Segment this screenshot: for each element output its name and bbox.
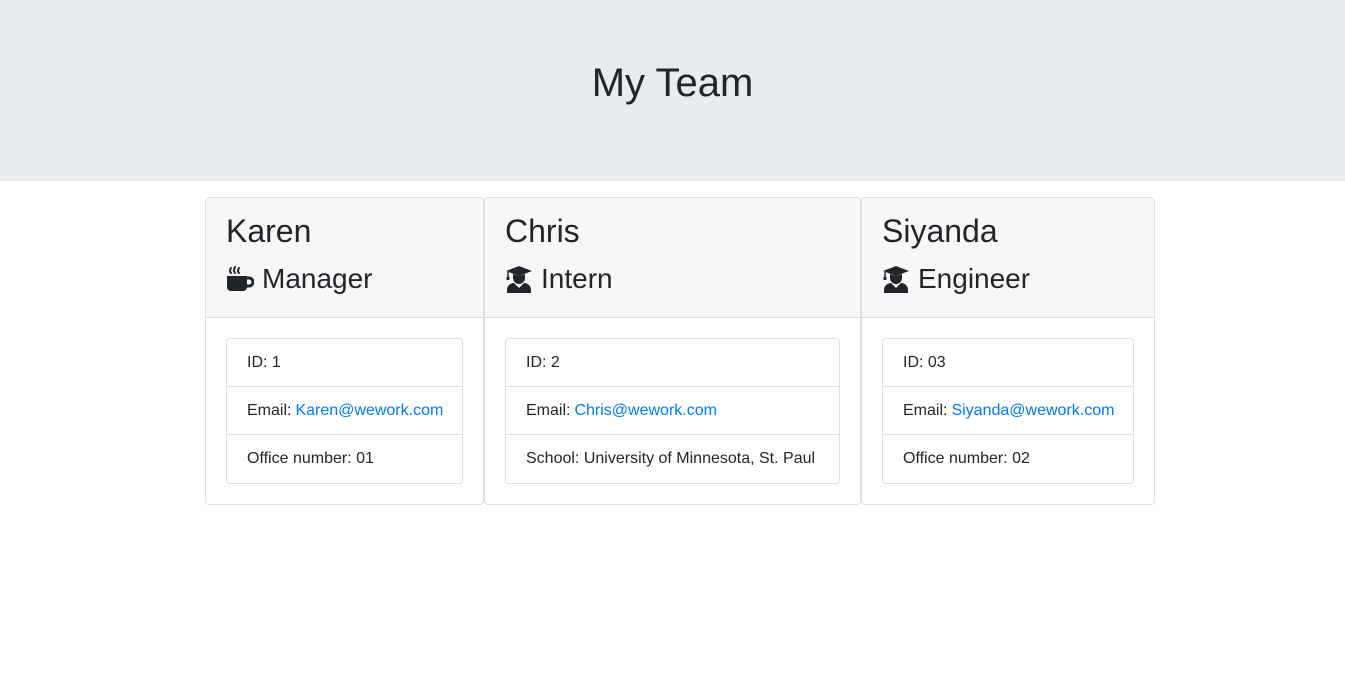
employee-name: Karen [226,213,312,249]
school-value: University of Minnesota, St. Paul [583,450,816,467]
id-item: ID: 1 [227,339,462,387]
info-list: ID: 1 Email: Karen@wework.com Office numb… [226,338,463,484]
office-number-label: Office number: [903,450,1008,467]
email-item: Email: Chris@wework.com [506,387,839,435]
id-label: ID: [903,353,924,371]
school-item: School: University of Minnesota, St. Pau… [506,435,839,483]
coffee-mug-icon [226,265,254,293]
email-item: Email: Siyanda@wework.com [883,387,1133,435]
card-body: ID: 2 Email: Chris@wework.com School: Uni… [485,318,860,504]
email-link[interactable]: Karen@wework.com [295,402,443,420]
employee-role-label: Intern [541,263,613,294]
card-header: Siyanda Engineer [862,198,1154,318]
page-title: My Team [591,61,754,105]
id-value: 2 [550,353,560,371]
info-list: ID: 03 Email: Siyanda@wework.com Office n… [882,338,1134,484]
card-body: ID: 1 Email: Karen@wework.com Office numb… [206,318,483,504]
school-label: School: [526,450,580,467]
card-header: Chris Intern [485,198,860,318]
id-value: 03 [927,353,946,371]
office-number-value: 01 [356,450,374,467]
email-label: Email: [247,401,292,419]
employee-role-label: Engineer [918,263,1031,294]
employee-role-label: Manager [262,263,373,294]
employee-role: Engineer [882,262,1134,296]
email-label: Email: [526,401,571,419]
id-item: ID: 03 [883,339,1133,387]
team-cards: Karen Manager ID: 1 Email: Karen@wework.… [205,197,1155,505]
info-list: ID: 2 Email: Chris@wework.com School: Uni… [505,338,840,484]
email-link[interactable]: Chris@wework.com [574,402,716,420]
id-label: ID: [247,353,268,371]
card-body: ID: 03 Email: Siyanda@wework.com Office n… [862,318,1154,504]
email-label: Email: [903,401,948,419]
office-number-value: 02 [1012,450,1030,467]
card-header: Karen Manager [206,198,483,318]
employee-card-chris: Chris Intern ID: 2 Email: Chris@wework.c… [484,197,861,505]
email-link[interactable]: Siyanda@wework.com [951,402,1114,420]
office-number-item: Office number: 01 [227,435,462,483]
employee-card-siyanda: Siyanda Engineer ID: 03 Email: Siyanda@w… [861,197,1155,505]
office-number-item: Office number: 02 [883,435,1133,483]
id-item: ID: 2 [506,339,839,387]
employee-name: Chris [505,213,580,249]
employee-role: Intern [505,262,840,296]
employee-name: Siyanda [882,213,998,249]
employee-role: Manager [226,262,463,296]
office-number-label: Office number: [247,450,352,467]
employee-card-karen: Karen Manager ID: 1 Email: Karen@wework.… [205,197,484,505]
id-label: ID: [526,353,547,371]
email-item: Email: Karen@wework.com [227,387,462,435]
graduate-icon [882,265,910,293]
graduate-icon [505,265,533,293]
header-jumbotron: My Team [0,0,1345,181]
id-value: 1 [271,353,281,371]
